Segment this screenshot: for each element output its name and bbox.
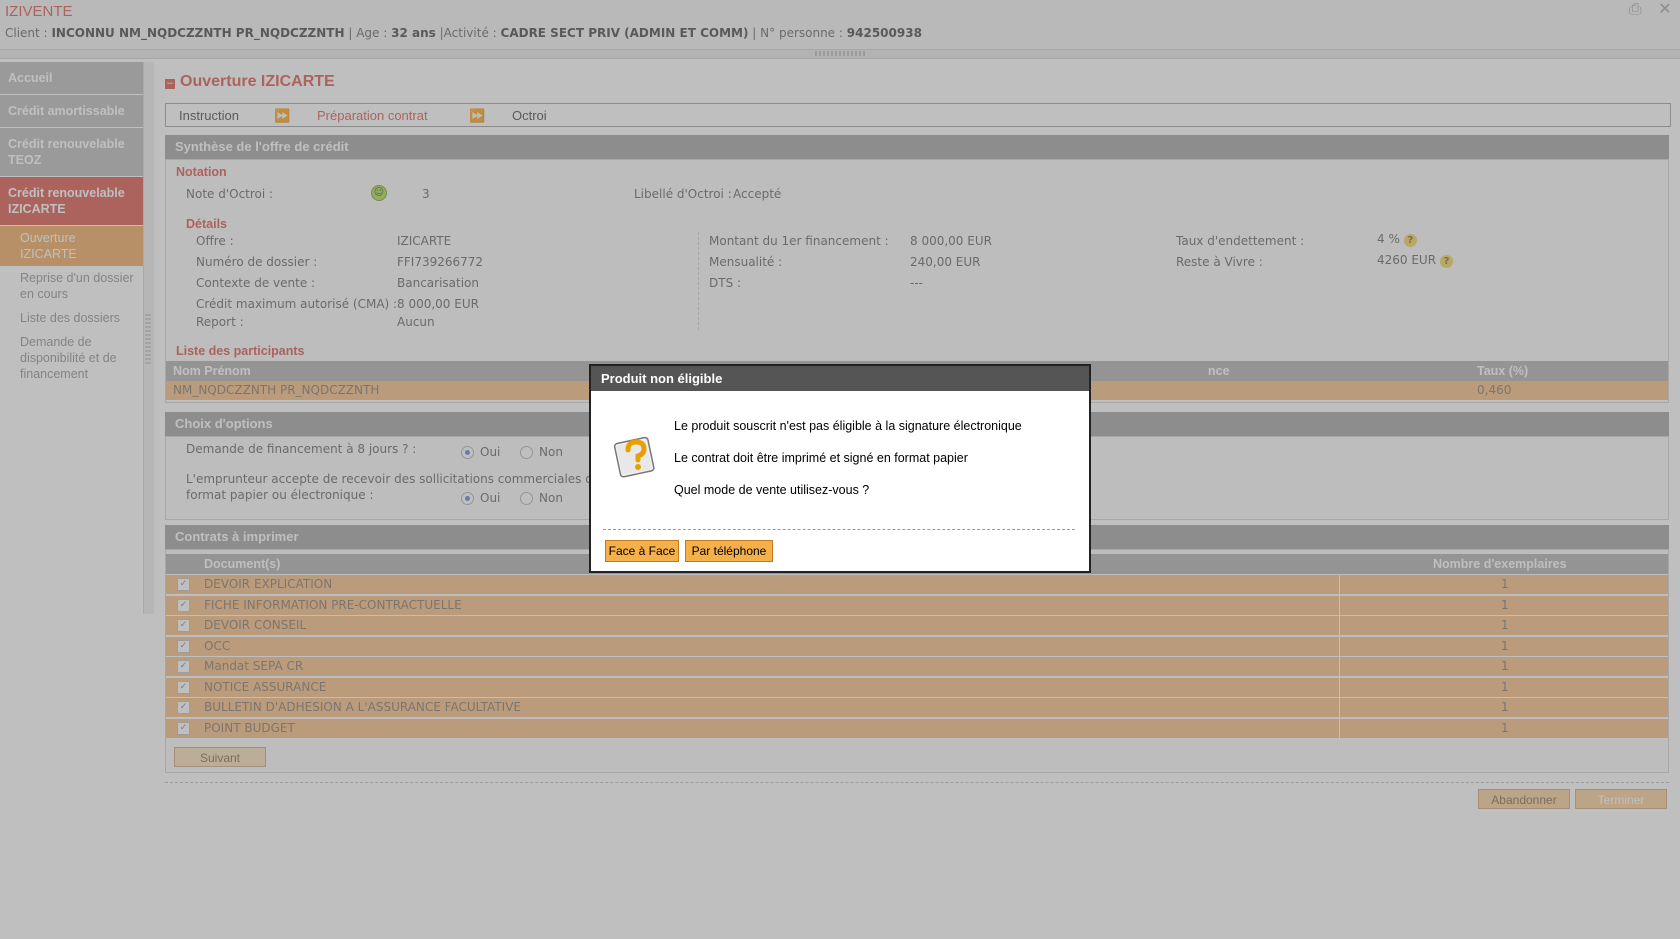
ineligible-dialog: Produit non éligible Le produit souscrit… [589,364,1091,573]
face-a-face-button[interactable]: Face à Face [605,540,679,562]
question-icon [613,436,655,478]
dialog-separator [603,529,1075,530]
dialog-message-3: Quel mode de vente utilisez-vous ? [674,483,870,497]
dialog-message-1: Le produit souscrit n'est pas éligible à… [674,419,1022,433]
dialog-message-2: Le contrat doit être imprimé et signé en… [674,451,968,465]
par-telephone-button[interactable]: Par téléphone [685,540,773,562]
dialog-title: Produit non éligible [591,366,1089,391]
